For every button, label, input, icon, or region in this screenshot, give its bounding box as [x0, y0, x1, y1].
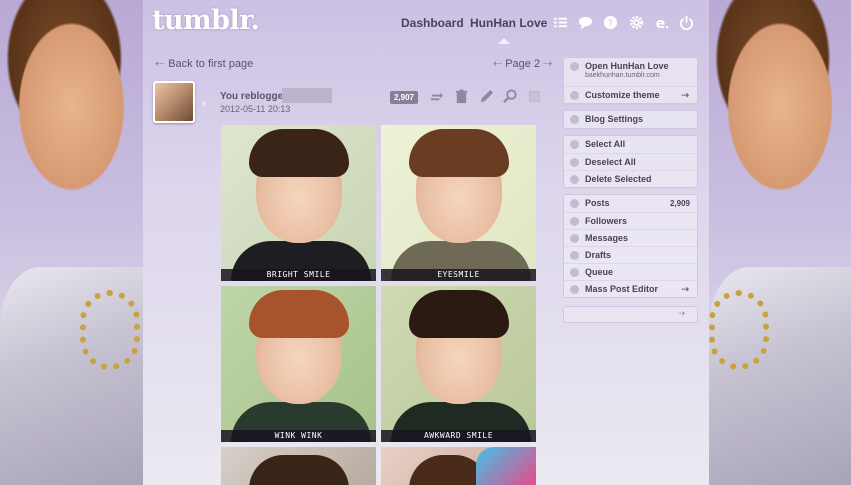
globe-icon[interactable]: ?: [603, 15, 619, 31]
reblog-icon[interactable]: [429, 89, 445, 105]
photo-caption: AWKWARD SMILE: [381, 430, 536, 442]
search-icon[interactable]: [503, 89, 519, 105]
note-count-badge[interactable]: 2,907: [390, 91, 418, 104]
sidebar-blog-url: baekhunhan.tumblr.com: [585, 72, 660, 79]
sidebar-settings-group: Blog Settings: [563, 110, 698, 129]
photo-caption: WINK WINK: [221, 430, 376, 442]
sidebar-search-input[interactable]: ⇢: [563, 306, 698, 323]
photo-eyesmile[interactable]: EYESMILE: [381, 125, 536, 281]
e-icon[interactable]: e: [654, 15, 670, 31]
power-icon[interactable]: [679, 15, 695, 31]
editor-icon: [570, 285, 579, 294]
tumblr-logo[interactable]: tumblr.: [152, 5, 260, 36]
arrow-left-icon: ⇠: [155, 58, 165, 70]
sidebar-deselect-all[interactable]: Deselect All: [564, 153, 697, 170]
photo-bright-smile[interactable]: BRIGHT SMILE: [221, 125, 376, 281]
nav-blog-hunhan-love[interactable]: HunHan Love: [470, 16, 547, 30]
sidebar-drafts-label: Drafts: [585, 250, 612, 260]
photo-caption: EYESMILE: [381, 269, 536, 281]
followers-icon: [570, 217, 579, 226]
settings-icon: [570, 115, 579, 124]
posts-icon: [570, 199, 579, 208]
photo-wink-wink[interactable]: WINK WINK: [221, 286, 376, 442]
list-icon[interactable]: [553, 15, 569, 31]
chevron-left-icon: ‹: [202, 96, 206, 110]
sidebar-select-all[interactable]: Select All: [564, 136, 697, 153]
next-page-icon[interactable]: ⇢: [543, 58, 552, 70]
sidebar-open-blog[interactable]: Open HunHan Love baekhunhan.tumblr.com: [564, 58, 697, 86]
reblog-text: You reblogged: [220, 91, 290, 102]
arrow-right-icon: ⇢: [681, 284, 689, 294]
sidebar-followers[interactable]: Followers: [564, 212, 697, 229]
sidebar-blog-settings[interactable]: Blog Settings: [564, 111, 697, 128]
arrow-right-icon: ⇢: [681, 90, 689, 100]
sidebar-mass-post-editor-label: Mass Post Editor: [585, 284, 659, 294]
sidebar-blog-settings-label: Blog Settings: [585, 114, 643, 124]
reblog-source-box[interactable]: [282, 88, 332, 103]
sidebar-queue[interactable]: Queue: [564, 263, 697, 280]
deselect-icon: [570, 158, 579, 167]
sidebar-posts-label: Posts: [585, 198, 610, 208]
sidebar-select-all-label: Select All: [585, 139, 626, 149]
post-date: 2012-05-11 20:13: [220, 104, 291, 114]
background-chain: [709, 290, 769, 370]
sidebar-mass-post-editor[interactable]: Mass Post Editor ⇢: [564, 280, 697, 297]
sidebar-messages-label: Messages: [585, 233, 629, 243]
sidebar-customize-theme[interactable]: Customize theme ⇢: [564, 86, 697, 103]
back-label: Back to first page: [168, 58, 254, 70]
background-portrait-right: [709, 0, 851, 485]
top-bar: tumblr. Dashboard HunHan Love ? e: [143, 0, 709, 44]
select-all-icon: [570, 140, 579, 149]
blog-icon: [570, 62, 579, 71]
sidebar-selection-group: Select All Deselect All Delete Selected: [563, 135, 698, 188]
sidebar-followers-label: Followers: [585, 216, 628, 226]
sidebar-posts[interactable]: Posts 2,909: [564, 195, 697, 212]
sidebar-content-group: Posts 2,909 Followers Messages Drafts Qu…: [563, 194, 698, 298]
nav-dashboard[interactable]: Dashboard: [401, 16, 464, 30]
svg-text:e: e: [656, 16, 666, 30]
prev-page-icon[interactable]: ⇠: [493, 58, 502, 70]
photo-caption: BRIGHT SMILE: [221, 269, 376, 281]
svg-text:?: ?: [608, 18, 613, 29]
sidebar-messages[interactable]: Messages: [564, 229, 697, 246]
sidebar-queue-label: Queue: [585, 267, 614, 277]
dashboard-panel: tumblr. Dashboard HunHan Love ? e ⇠ Back …: [143, 0, 709, 485]
sidebar-customize-label: Customize theme: [585, 90, 660, 100]
active-nav-caret: [498, 38, 510, 44]
palette-icon: [570, 91, 579, 100]
queue-icon: [570, 268, 579, 277]
sidebar-drafts[interactable]: Drafts: [564, 246, 697, 263]
messages-icon: [570, 234, 579, 243]
gear-icon[interactable]: [629, 15, 645, 31]
page-label: Page 2: [505, 58, 541, 70]
background-portrait-left: [0, 0, 143, 485]
page-navigation: ⇠ Page 2 ⇢: [490, 57, 555, 70]
photo-5[interactable]: [221, 447, 376, 485]
sidebar-delete-selected-label: Delete Selected: [585, 174, 652, 184]
photo-6[interactable]: [381, 447, 536, 485]
photo-awkward-smile[interactable]: AWKWARD SMILE: [381, 286, 536, 442]
chat-icon[interactable]: [578, 15, 594, 31]
sidebar-deselect-all-label: Deselect All: [585, 157, 636, 167]
drafts-icon: [570, 251, 579, 260]
background-chain: [80, 290, 140, 370]
edit-pencil-icon[interactable]: [479, 89, 495, 105]
arrow-right-icon: ⇢: [677, 308, 685, 318]
sidebar-delete-selected[interactable]: Delete Selected: [564, 170, 697, 187]
sticker-graphic: [476, 447, 536, 485]
select-checkbox-icon[interactable]: [527, 89, 543, 105]
sidebar-blog-group: Open HunHan Love baekhunhan.tumblr.com C…: [563, 57, 698, 104]
avatar[interactable]: [153, 81, 195, 123]
delete-icon: [570, 175, 579, 184]
posts-count: 2,909: [669, 199, 690, 208]
back-to-first-page-link[interactable]: ⇠ Back to first page: [155, 57, 253, 70]
trash-icon[interactable]: [454, 89, 470, 105]
